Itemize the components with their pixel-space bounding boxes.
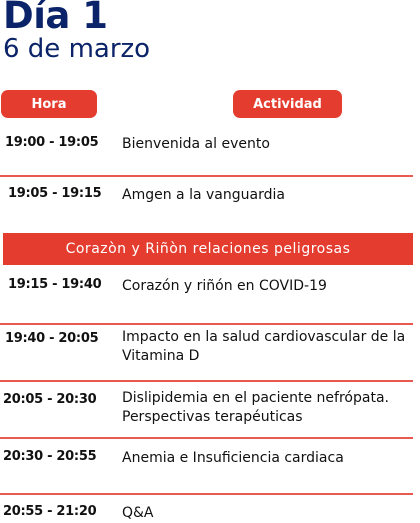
row-divider — [0, 493, 413, 495]
row-activity: Anemia e Insuficiencia cardiaca — [122, 450, 344, 466]
row-time: 19:15 - 19:40 — [8, 277, 102, 292]
row-time: 20:30 - 20:55 — [3, 449, 97, 464]
row-time: 19:00 - 19:05 — [5, 135, 99, 150]
column-header-activity: Actividad — [233, 90, 342, 118]
date-subtitle: 6 de marzo — [3, 34, 151, 64]
row-activity: Bienvenida al evento — [122, 136, 270, 152]
row-time: 19:40 - 20:05 — [5, 331, 99, 346]
section-banner: Corazòn y Riñòn relaciones peligrosas — [3, 233, 413, 265]
row-divider — [0, 380, 413, 382]
column-header-time: Hora — [1, 90, 97, 118]
row-divider — [0, 437, 413, 439]
row-activity: Q&A — [122, 505, 154, 521]
row-divider — [0, 323, 413, 325]
row-time: 20:05 - 20:30 — [3, 392, 97, 407]
row-activity: Impacto en la salud cardiovascular de la… — [122, 329, 406, 364]
row-activity: Corazón y riñón en COVID-19 — [122, 278, 327, 294]
page-title: Día 1 — [3, 0, 108, 37]
row-activity: Dislipidemia en el paciente nefrópata. P… — [122, 390, 389, 425]
row-time: 19:05 - 19:15 — [8, 186, 102, 201]
row-divider — [0, 175, 413, 177]
row-activity: Amgen a la vanguardia — [122, 187, 285, 203]
row-time: 20:55 - 21:20 — [3, 504, 97, 519]
